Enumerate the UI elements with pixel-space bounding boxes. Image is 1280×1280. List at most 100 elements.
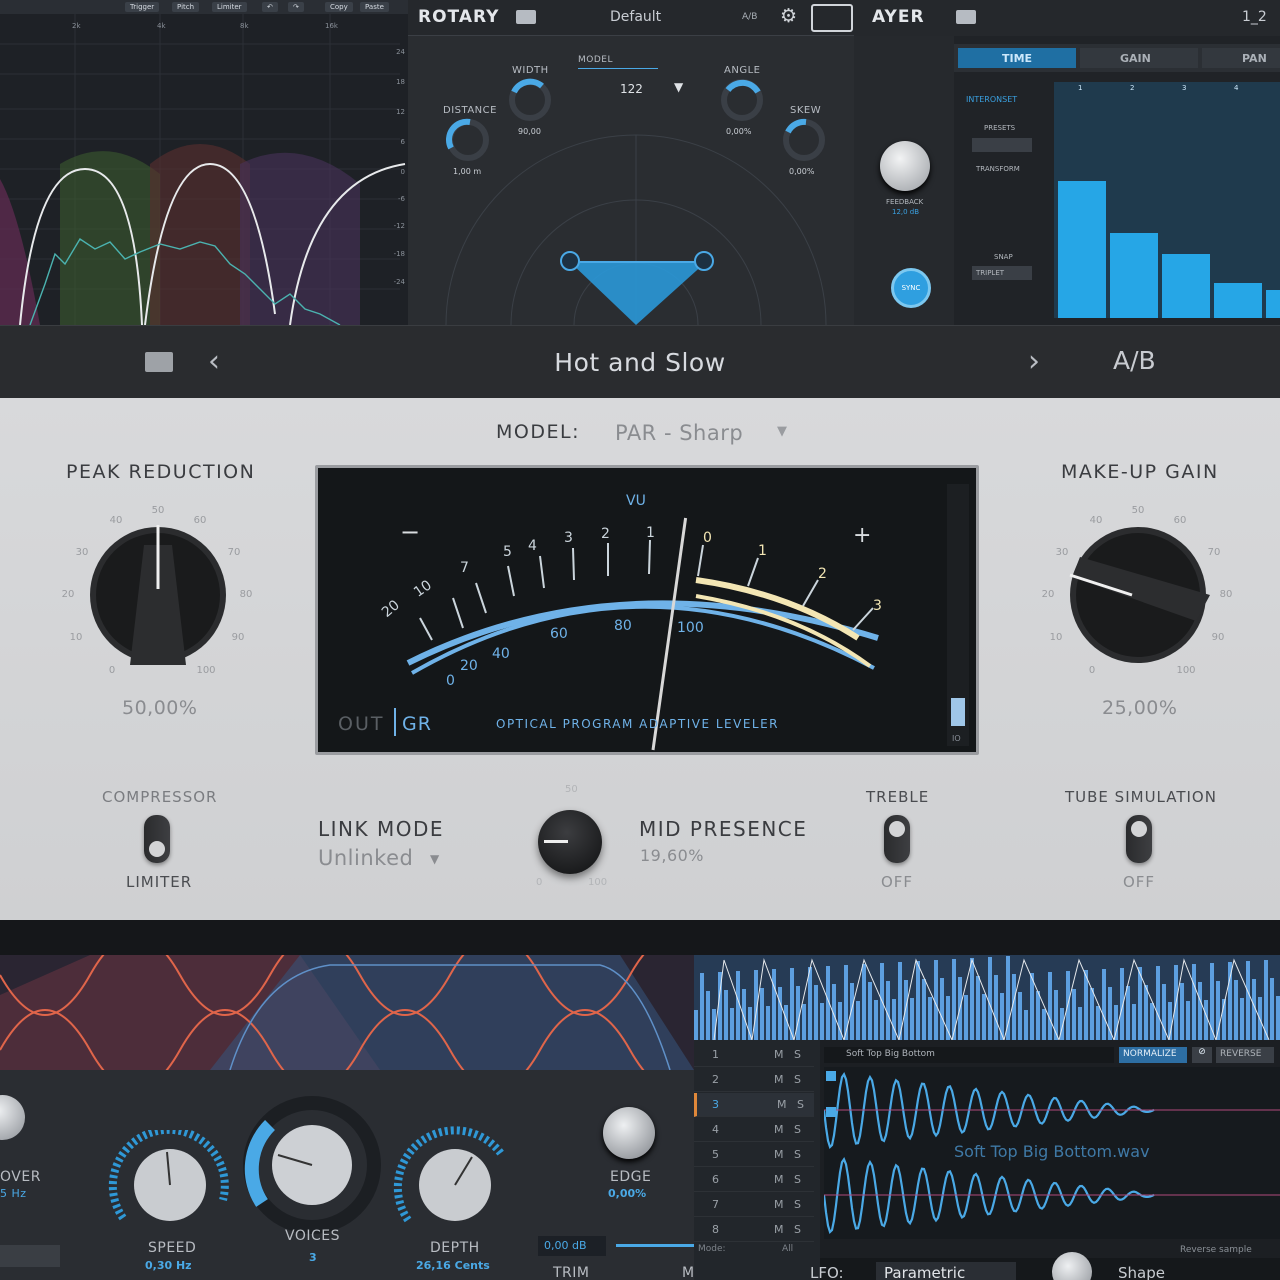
tab-gain[interactable]: GAIN (1080, 48, 1198, 68)
eq-graph[interactable] (0, 14, 408, 325)
presets-dropdown[interactable] (972, 138, 1032, 152)
sync-button[interactable]: SYNC (891, 268, 931, 308)
shape-knob[interactable] (1052, 1252, 1092, 1280)
vu-out-mode[interactable]: OUT (338, 713, 384, 735)
normalize-button[interactable]: NORMALIZE (1119, 1047, 1187, 1063)
snap-dropdown[interactable]: TRIPLET (972, 266, 1032, 280)
lfo-type-select[interactable]: Parametric (876, 1262, 1016, 1280)
paste-button[interactable]: Paste (360, 2, 389, 12)
waveform-bar (868, 982, 872, 1040)
edge-label: EDGE (610, 1169, 652, 1185)
track-row[interactable]: 8MS (694, 1218, 814, 1242)
knob-tick: 50 (1132, 505, 1145, 516)
pitch-button[interactable]: Pitch (172, 2, 200, 12)
sample-name-field[interactable]: Soft Top Big Bottom (824, 1047, 1114, 1063)
feedback-knob[interactable] (880, 141, 930, 191)
vu-lower-tick: 40 (492, 646, 510, 662)
track-row[interactable]: 4MS (694, 1118, 814, 1142)
link-mode-dropdown-icon[interactable]: ▼ (430, 852, 439, 866)
track-row[interactable]: 6MS (694, 1168, 814, 1192)
step-bar[interactable] (1214, 283, 1262, 318)
eq-freq-label: 2k (72, 22, 81, 30)
depth-knob[interactable] (390, 1125, 520, 1235)
model-select[interactable]: PAR - Sharp (615, 421, 743, 445)
step-number: 4 (1234, 84, 1239, 92)
vu-lower-tick: 100 (677, 620, 704, 636)
speed-knob[interactable] (105, 1130, 235, 1230)
waveform-bar (760, 988, 764, 1040)
knob-tick: 40 (1090, 515, 1103, 526)
eq-scale-label: -12 (393, 222, 405, 230)
mid-knob-tick: 0 (536, 877, 543, 888)
step-sequencer[interactable]: 1 2 3 4 (1054, 82, 1280, 318)
waveform-bar (1180, 983, 1184, 1040)
waveform-bar (892, 999, 896, 1040)
knob-tick: 60 (1174, 515, 1187, 526)
mid-presence-label: MID PRESENCE (639, 817, 808, 841)
waveform-bar (934, 960, 938, 1040)
tab-time[interactable]: TIME (958, 48, 1076, 68)
ab-compare-button[interactable]: A/B (1113, 346, 1156, 375)
crossover-dropdown[interactable] (0, 1245, 60, 1267)
waveform-bar (1126, 986, 1130, 1040)
trim-label: TRIM (553, 1265, 590, 1280)
compressor-limiter-switch[interactable] (144, 815, 170, 863)
step-bar[interactable] (1266, 290, 1280, 318)
track-row[interactable]: 7MS (694, 1193, 814, 1217)
undo-icon[interactable]: ↶ (262, 2, 278, 12)
eq-scale-label: -18 (393, 250, 405, 258)
vu-upper-tick: 1 (646, 525, 655, 541)
vu-upper-tick: 0 (703, 530, 712, 546)
redo-icon[interactable]: ↷ (288, 2, 304, 12)
step-bar[interactable] (1110, 233, 1158, 318)
peak-reduction-knob[interactable]: 50 40 30 20 10 0 60 70 80 90 100 (40, 495, 280, 695)
copy-button[interactable]: Copy (325, 2, 353, 12)
waveform-bar (1144, 985, 1148, 1040)
edge-knob[interactable] (603, 1107, 655, 1159)
treble-switch[interactable] (884, 815, 910, 863)
preset-name[interactable]: Hot and Slow (0, 348, 1280, 377)
limiter-button[interactable]: Limiter (212, 2, 247, 12)
next-preset-icon[interactable]: › (1028, 344, 1040, 379)
waveform-bar (970, 958, 974, 1040)
link-icon[interactable]: ⊘ (1192, 1047, 1212, 1063)
waveform-bar (862, 964, 866, 1040)
waveform-bar (922, 979, 926, 1040)
mid-presence-knob[interactable] (538, 810, 602, 874)
waveform-bar (1156, 966, 1160, 1040)
reverse-button[interactable]: REVERSE (1216, 1047, 1274, 1063)
link-mode-select[interactable]: Unlinked (318, 846, 413, 870)
vu-side-label: IO (952, 734, 961, 743)
tube-simulation-switch[interactable] (1126, 815, 1152, 863)
trigger-button[interactable]: Trigger (125, 2, 160, 12)
vu-gr-mode[interactable]: GR (402, 713, 432, 735)
model-dropdown-icon[interactable]: ▼ (777, 424, 787, 439)
voices-knob[interactable] (240, 1095, 385, 1235)
vu-upper-tick: 2 (601, 526, 610, 542)
vu-mode-divider (394, 708, 396, 736)
track-row[interactable]: 5MS (694, 1143, 814, 1167)
makeup-gain-knob[interactable]: 50 40 30 20 10 0 60 70 80 90 100 (1020, 495, 1260, 695)
folder-icon[interactable] (956, 10, 976, 24)
waveform-bar (766, 1006, 770, 1040)
waveform-bar (1192, 964, 1196, 1040)
overview-waveform[interactable] (694, 955, 1280, 1040)
waveform-bar (1276, 996, 1280, 1040)
trim-slider[interactable] (616, 1244, 694, 1247)
track-row[interactable]: 2MS (694, 1068, 814, 1092)
treble-label: TREBLE (866, 788, 930, 806)
track-row-selected[interactable]: 3MS (694, 1093, 814, 1117)
tab-pan[interactable]: PAN (1202, 48, 1280, 68)
link-mode-label: LINK MODE (318, 817, 445, 841)
step-bar[interactable] (1162, 254, 1210, 318)
track-row[interactable]: 1MS (694, 1043, 814, 1067)
transform-label: TRANSFORM (976, 165, 1020, 173)
step-bar[interactable] (1058, 181, 1106, 318)
step-number: 3 (1182, 84, 1187, 92)
mode-value[interactable]: All (782, 1244, 793, 1254)
trim-value[interactable]: 0,00 dB (538, 1236, 606, 1256)
vu-upper-tick: 1 (758, 543, 767, 559)
waveform-bar (724, 990, 728, 1040)
knob-tick: 90 (1212, 632, 1225, 643)
sampler-panel: 1MS 2MS 3MS 4MS 5MS 6MS 7MS 8MS Mode: Al… (694, 955, 1280, 1280)
